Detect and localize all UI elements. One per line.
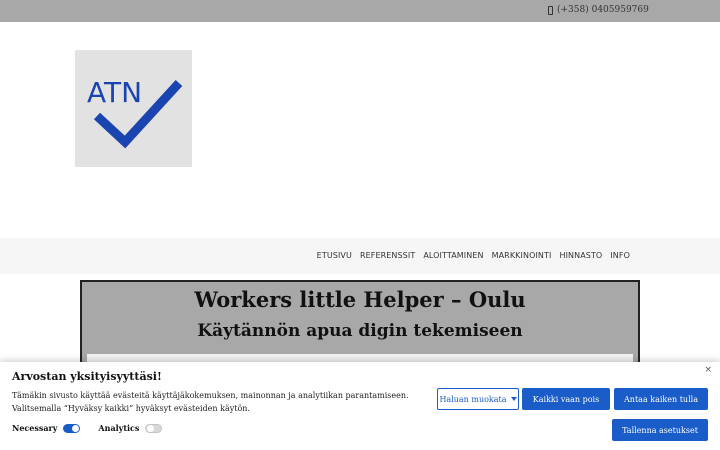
- analytics-toggle[interactable]: [145, 423, 163, 433]
- nav-item-info[interactable]: INFO: [610, 251, 630, 260]
- nav-item-referenssit[interactable]: REFERENSSIT: [360, 251, 415, 260]
- toggle-label-analytics: Analytics: [98, 423, 140, 433]
- toggle-label-necessary: Necessary: [12, 423, 58, 433]
- phone-icon: [548, 5, 553, 15]
- save-settings-button[interactable]: Tallenna asetukset: [612, 419, 708, 441]
- customize-label: Haluan muokata: [439, 394, 507, 404]
- top-bar: (+358) 0405959769: [0, 0, 720, 22]
- nav-item-markkinointi[interactable]: MARKKINOINTI: [492, 251, 552, 260]
- phone-number: (+358) 0405959769: [557, 5, 649, 15]
- cookie-toggles: Necessary Analytics: [12, 423, 174, 433]
- cookie-banner: × Arvostan yksityisyyttäsi! Tämäkin sivu…: [0, 362, 720, 450]
- cookie-title: Arvostan yksityisyyttäsi!: [12, 370, 162, 383]
- necessary-toggle[interactable]: [63, 423, 81, 433]
- accept-all-button[interactable]: Antaa kaiken tulla: [614, 388, 708, 410]
- hero-subtitle: Käytännön apua digin tekemiseen: [197, 321, 523, 341]
- main-navigation: ETUSIVU REFERENSSIT ALOITTAMINEN MARKKIN…: [0, 238, 720, 274]
- cookie-description: Tämäkin sivusto käyttää evästeitä käyttä…: [12, 391, 409, 413]
- close-icon[interactable]: ×: [704, 365, 712, 375]
- customize-button[interactable]: Haluan muokata: [437, 388, 519, 410]
- phone-contact[interactable]: (+358) 0405959769: [548, 5, 649, 15]
- site-logo[interactable]: ATN: [75, 50, 192, 167]
- nav-item-etusivu[interactable]: ETUSIVU: [317, 251, 352, 260]
- nav-item-aloittaminen[interactable]: ALOITTAMINEN: [423, 251, 483, 260]
- chevron-down-icon: [510, 397, 517, 401]
- nav-item-hinnasto[interactable]: HINNASTO: [559, 251, 602, 260]
- reject-all-button[interactable]: Kaikki vaan pois: [522, 388, 610, 410]
- logo-text: ATN: [87, 76, 142, 109]
- hero-title: Workers little Helper – Oulu: [194, 287, 526, 312]
- logo-graphic: ATN: [87, 76, 183, 149]
